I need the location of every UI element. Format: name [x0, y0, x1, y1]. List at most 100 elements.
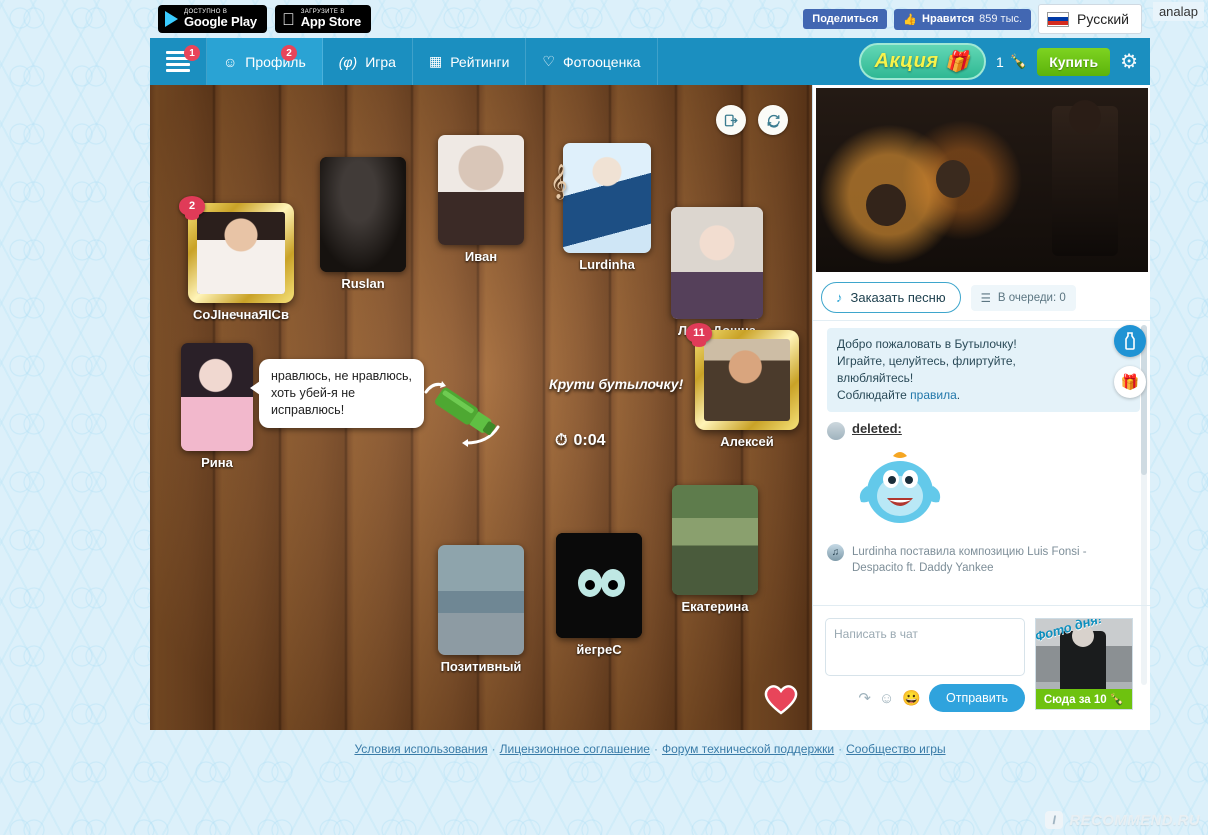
player-name: Алексей [720, 434, 774, 449]
google-play-label: Google Play [184, 14, 257, 30]
song-queue[interactable]: ☰ В очереди: 0 [970, 284, 1076, 311]
refresh-icon[interactable] [758, 105, 788, 135]
player-card[interactable]: Леся Дошна [671, 207, 763, 338]
chat-input[interactable] [825, 618, 1025, 676]
sidebar-item-game[interactable]: (φ) Игра [323, 38, 413, 85]
heart-button[interactable] [760, 680, 802, 716]
app-store-label: App Store [287, 14, 362, 30]
sidebar-item-profile[interactable]: ☺ Профиль 2 [207, 38, 323, 85]
composer-tools: ↷ ☺ 😀 Отправить [825, 684, 1025, 712]
music-note-icon: 𝄞 [550, 165, 568, 198]
bottle-icon: ♫ [827, 544, 844, 562]
menu-badge: 1 [184, 45, 200, 61]
top-bar: доступно в Google Play  Загрузите в App… [150, 0, 1150, 38]
board-action-icons [716, 105, 788, 135]
store-badges: доступно в Google Play  Загрузите в App… [158, 5, 371, 33]
player-name: Ruslan [341, 276, 385, 291]
bottle-currency-icon: 🍾 [1109, 694, 1125, 706]
language-selector[interactable]: Русский [1038, 4, 1142, 34]
queue-label: В очереди: 0 [997, 291, 1066, 304]
emoji-icon[interactable]: ☺ [879, 690, 894, 707]
player-card[interactable]: йегреС [556, 533, 642, 657]
google-play-badge[interactable]: доступно в Google Play [158, 5, 267, 33]
photo-of-day-cta[interactable]: Сюда за 10 🍾 [1036, 689, 1132, 709]
kiss-count-badge: 11 [686, 323, 712, 347]
player-card[interactable]: Lurdinha [563, 143, 651, 272]
like-label: Нравится [922, 13, 975, 25]
bottle-action-icon[interactable] [1114, 325, 1146, 357]
player-card[interactable]: Рина [181, 343, 253, 470]
currency-counter: 1 🍾 [996, 53, 1027, 70]
like-button[interactable]: 👍 Нравится 859 тыс. [894, 8, 1032, 30]
order-song-button[interactable]: ♪ Заказать песню [821, 282, 961, 313]
sidebar-item-menu[interactable]: 1 [150, 38, 207, 85]
player-name: йегреС [576, 642, 622, 657]
sticker-icon[interactable]: 😀 [902, 689, 921, 707]
avatar [563, 143, 651, 253]
player-card[interactable]: 11 Алексей [686, 323, 799, 449]
sidebar-item-ratings[interactable]: ▦ Рейтинги [413, 38, 527, 85]
spin-timer: ⏱ 0:04 [555, 432, 606, 450]
app-store-badge[interactable]:  Загрузите в App Store [274, 5, 371, 33]
spin-bottle[interactable] [402, 357, 532, 472]
gold-frame [695, 330, 799, 430]
system-message: Добро пожаловать в Бутылочку! Играйте, ц… [827, 328, 1140, 413]
avatar [827, 422, 845, 441]
promo-button[interactable]: Акция 🎁 [858, 43, 986, 80]
video-player[interactable] [816, 88, 1148, 272]
player-card[interactable]: Ruslan [320, 157, 406, 291]
player-card[interactable]: Иван [438, 135, 524, 264]
player-card[interactable]: Екатерина [672, 485, 758, 614]
watermark-text: RECOMMEND.RU [1069, 811, 1200, 829]
chat-author[interactable]: deleted: [852, 421, 902, 440]
right-panel: ♪ Заказать песню ☰ В очереди: 0 Добро по… [812, 85, 1151, 730]
player-card[interactable]: Позитивный [438, 545, 524, 674]
avatar [438, 135, 524, 245]
footer-link-terms[interactable]: Условия использования [354, 742, 487, 756]
player-name: СоЈӀнечнаЯӀСв [193, 307, 289, 322]
photo-of-the-day[interactable]: Фото дня! Сюда за 10 🍾 [1035, 618, 1133, 710]
order-song-label: Заказать песню [850, 290, 946, 305]
avatar [672, 485, 758, 595]
footer-link-community[interactable]: Сообщество игры [846, 742, 945, 756]
like-count: 859 тыс. [979, 13, 1023, 25]
chat-message: deleted: [827, 421, 1140, 441]
gear-icon[interactable]: ⚙ [1120, 49, 1138, 74]
chat-composer: ↷ ☺ 😀 Отправить Фото дня! Сюда за 10 🍾 [813, 605, 1151, 730]
send-button[interactable]: Отправить [929, 684, 1025, 712]
player-name: Екатерина [681, 599, 749, 614]
google-play-icon [165, 11, 178, 27]
exit-icon[interactable] [716, 105, 746, 135]
buy-button[interactable]: Купить [1037, 47, 1111, 76]
profile-badge: 2 [281, 45, 297, 61]
footer-link-support[interactable]: Форум технической поддержки [662, 742, 834, 756]
eyes-icon [578, 569, 625, 597]
footer-link-license[interactable]: Лицензионное соглашение [500, 742, 650, 756]
avatar [671, 207, 763, 319]
corner-text: analap [1152, 2, 1204, 21]
buy-label: Купить [1049, 53, 1099, 70]
thumbs-up-icon: 👍 [903, 13, 918, 26]
language-label: Русский [1077, 11, 1129, 27]
nav-label-photorating: Фотооценка [562, 53, 641, 70]
promo-label: Акция [874, 50, 939, 72]
nav-label-profile: Профиль [245, 53, 306, 70]
system-message-line-4: Соблюдайте правила. [837, 388, 961, 403]
list-icon: ☰ [980, 292, 991, 305]
player-card[interactable]: 2 СоЈӀнечнаЯӀСв [179, 196, 294, 322]
composer-left: ↷ ☺ 😀 Отправить [825, 618, 1025, 718]
share-label: Поделиться [812, 13, 879, 25]
avatar [181, 343, 253, 451]
song-bar: ♪ Заказать песню ☰ В очереди: 0 [813, 275, 1150, 321]
share-button[interactable]: Поделиться [803, 9, 888, 29]
player-name: Иван [464, 249, 498, 264]
sidebar-item-photorating[interactable]: ♡ Фотооценка [526, 38, 658, 85]
bottle-icon: (φ) [338, 53, 358, 70]
gift-action-icon[interactable]: 🎁 [1114, 366, 1146, 398]
treasure-chest-icon: 🎁 [944, 51, 970, 73]
system-message-line-1: Добро пожаловать в Бутылочку! [837, 337, 1017, 351]
heart-photo-icon: ♡ [542, 53, 555, 69]
rules-link[interactable]: правила [910, 388, 957, 402]
system-notice: ♫ Lurdinha поставила композицию Luis Fon… [827, 544, 1140, 577]
history-icon[interactable]: ↷ [858, 689, 871, 707]
